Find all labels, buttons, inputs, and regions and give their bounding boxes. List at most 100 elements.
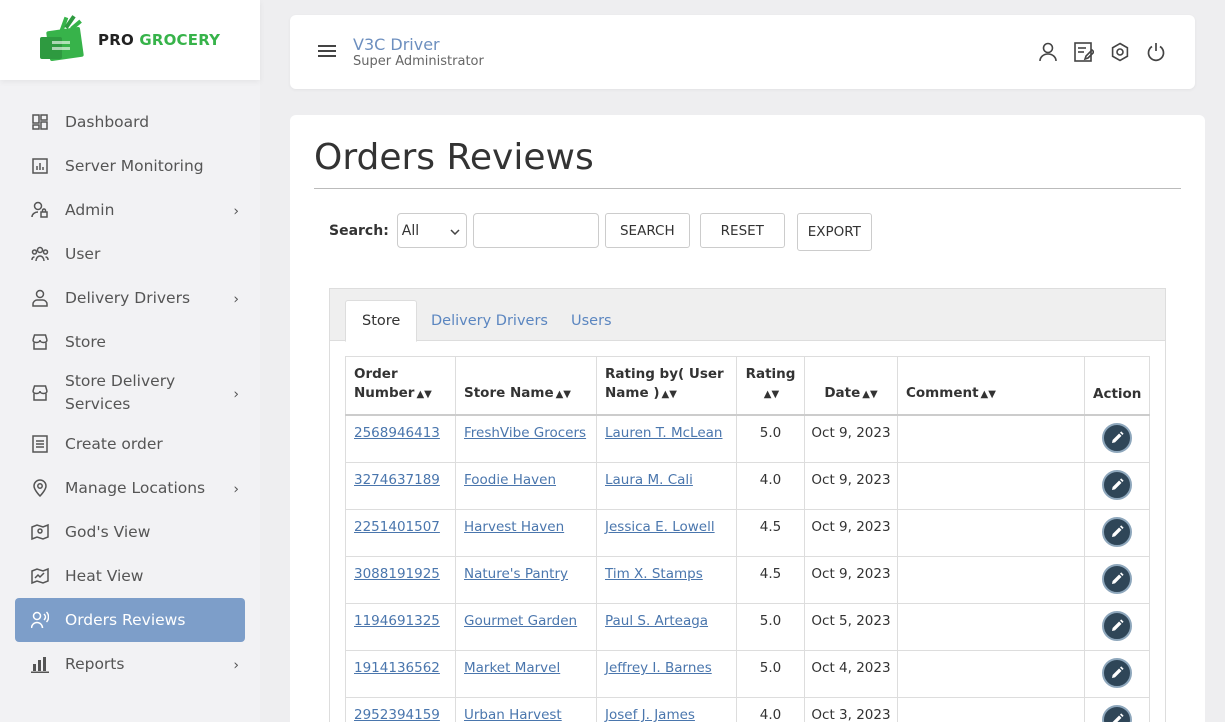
store-name-link[interactable]: Foodie Haven [464,472,556,488]
reviews-table: Order Number ▲▼ Store Name ▲▼ Rating by( U… [345,356,1151,722]
column-header-comment[interactable]: Comment ▲▼ [897,356,1085,416]
header-icons [1037,41,1167,63]
sidebar-item-reports[interactable]: Reports › [15,642,245,686]
sidebar-item-store[interactable]: Store [15,320,245,364]
tab-delivery-drivers[interactable]: Delivery Drivers [415,300,564,342]
column-header-date[interactable]: Date ▲▼ [804,356,898,416]
sidebar-item-create-order[interactable]: Create order [15,422,245,466]
table-row: 1914136562 Market Marvel Jeffrey I. Barn… [345,650,1151,698]
edit-pencil-icon[interactable] [1102,517,1133,547]
map-view-icon [31,523,49,541]
comment-cell [897,697,1085,722]
edit-pencil-icon[interactable] [1102,705,1133,722]
sidebar-item-label: Store [65,332,106,351]
settings-icon[interactable] [1109,41,1131,63]
date-cell: Oct 4, 2023 [804,650,898,698]
order-number-link[interactable]: 1914136562 [354,660,440,676]
user-name-link[interactable]: Jessica E. Lowell [605,519,715,535]
header-title: V3C Driver [353,35,440,54]
page-title: Orders Reviews [314,137,594,178]
user-icon[interactable] [1037,41,1059,63]
order-number-link[interactable]: 2568946413 [354,425,440,441]
store-icon [31,333,49,351]
order-number-link[interactable]: 1194691325 [354,613,440,629]
rating-cell: 4.0 [736,462,805,510]
column-header-store-name[interactable]: Store Name ▲▼ [455,356,597,416]
store-name-link[interactable]: Gourmet Garden [464,613,577,629]
user-name-link[interactable]: Tim X. Stamps [605,566,703,582]
tab-store[interactable]: Store [345,300,418,342]
edit-pencil-icon[interactable] [1102,470,1133,500]
edit-pencil-icon[interactable] [1102,564,1133,594]
store-name-link[interactable]: Market Marvel [464,660,560,676]
store-name-link[interactable]: Harvest Haven [464,519,564,535]
header-label: Store Name [464,385,554,401]
sidebar-item-label: Reports [65,654,125,673]
column-header-rating-by[interactable]: Rating by( User Name ) ▲▼ [596,356,737,416]
table-row: 2568946413 FreshVibe Grocers Lauren T. M… [345,414,1151,463]
order-number-link[interactable]: 3088191925 [354,566,440,582]
table-row: 1194691325 Gourmet Garden Paul S. Arteag… [345,603,1151,651]
store-name-link[interactable]: Nature's Pantry [464,566,568,582]
grocery-basket-logo-icon [38,15,90,65]
store-name-link[interactable]: Urban Harvest [464,707,562,722]
edit-note-icon[interactable] [1073,41,1095,63]
edit-pencil-icon[interactable] [1102,658,1133,688]
sidebar-item-server-monitoring[interactable]: Server Monitoring [15,144,245,188]
sidebar-nav: Dashboard Server Monitoring Admin › User [15,100,245,686]
comment-cell [897,650,1085,698]
column-header-rating[interactable]: Rating ▲▼ [736,356,805,416]
comment-cell [897,556,1085,604]
sidebar-item-admin[interactable]: Admin › [15,188,245,232]
power-icon[interactable] [1145,41,1167,63]
table-row: 2251401507 Harvest Haven Jessica E. Lowe… [345,509,1151,557]
search-input[interactable] [472,213,599,248]
store-name-link[interactable]: FreshVibe Grocers [464,425,586,441]
user-name-link[interactable]: Jeffrey I. Barnes [605,660,712,676]
driver-icon [31,289,49,307]
sort-icon: ▲▼ [416,389,432,400]
rating-cell: 5.0 [736,603,805,651]
header-label: Rating [745,366,796,382]
tab-users[interactable]: Users [555,300,628,342]
sidebar-item-label: User [65,244,101,263]
order-number-link[interactable]: 2251401507 [354,519,440,535]
sidebar-item-store-delivery-services[interactable]: Store Delivery Services › [15,364,245,422]
search-filter-select[interactable]: All [396,213,467,248]
sort-icon: ▲▼ [980,389,996,400]
sidebar-item-orders-reviews[interactable]: Orders Reviews [15,598,245,642]
order-list-icon [31,435,49,453]
export-button[interactable]: EXPORT [796,213,872,251]
chevron-right-icon: › [233,481,239,498]
date-cell: Oct 9, 2023 [804,414,898,463]
sidebar-item-manage-locations[interactable]: Manage Locations › [15,466,245,510]
edit-pencil-icon[interactable] [1102,423,1133,453]
reset-button[interactable]: RESET [699,213,785,248]
search-button[interactable]: SEARCH [604,213,690,248]
order-number-link[interactable]: 2952394159 [354,707,440,722]
user-name-link[interactable]: Josef J. James [605,707,695,722]
table-row: 3274637189 Foodie Haven Laura M. Cali 4.… [345,462,1151,510]
chevron-right-icon: › [233,386,239,403]
hamburger-menu-icon[interactable] [318,45,336,57]
sidebar-item-label: Delivery Drivers [65,288,191,307]
search-filter-value: All [401,222,420,239]
user-name-link[interactable]: Laura M. Cali [605,472,693,488]
store-delivery-icon [31,384,49,402]
user-name-link[interactable]: Lauren T. McLean [605,425,722,441]
reports-icon [31,655,49,673]
sidebar-item-gods-view[interactable]: God's View [15,510,245,554]
sidebar-item-label: Dashboard [65,112,150,131]
user-name-link[interactable]: Paul S. Arteaga [605,613,708,629]
column-header-order-number[interactable]: Order Number ▲▼ [345,356,456,416]
order-number-link[interactable]: 3274637189 [354,472,440,488]
sidebar-item-label: Manage Locations [65,478,206,497]
sidebar-item-user[interactable]: User [15,232,245,276]
sidebar-item-heat-view[interactable]: Heat View [15,554,245,598]
rating-cell: 5.0 [736,414,805,463]
sidebar-item-dashboard[interactable]: Dashboard [15,100,245,144]
sidebar-item-delivery-drivers[interactable]: Delivery Drivers › [15,276,245,320]
logo[interactable]: PRO GROCERY [0,0,260,80]
brand-word-2: GROCERY [139,31,221,49]
edit-pencil-icon[interactable] [1102,611,1133,641]
